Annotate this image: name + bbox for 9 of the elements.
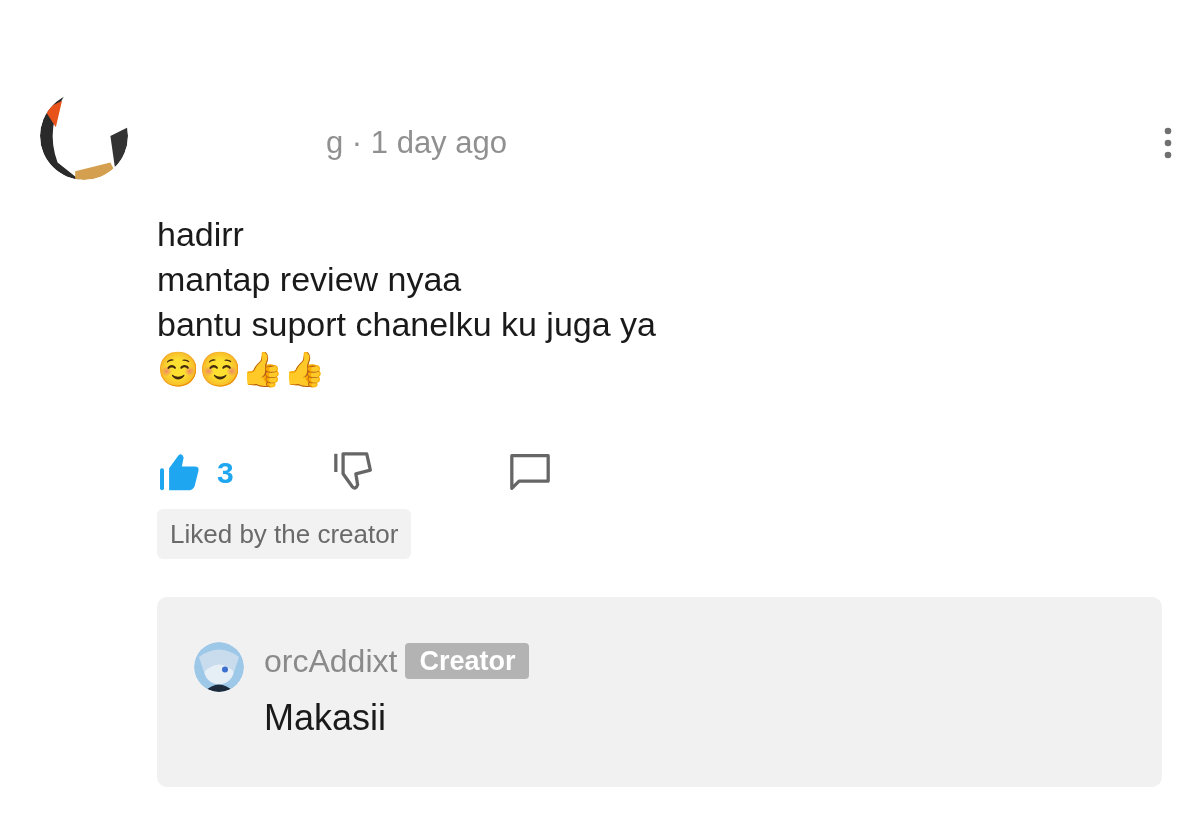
more-options-icon[interactable] xyxy=(1164,127,1172,160)
creator-badge: Creator xyxy=(405,643,530,679)
liked-by-creator-badge: Liked by the creator xyxy=(157,509,412,559)
like-button[interactable]: 3 xyxy=(157,449,234,495)
reply-text: Makasii xyxy=(264,696,388,740)
reply-author: orcAddixt xyxy=(264,642,398,680)
comment-meta: g · 1 day ago xyxy=(326,124,507,162)
comment-text: hadirr mantap review nyaa bantu suport chanelku ku juga ya ☺☺👍👍 xyxy=(157,214,657,390)
reply-icon[interactable] xyxy=(507,452,552,492)
